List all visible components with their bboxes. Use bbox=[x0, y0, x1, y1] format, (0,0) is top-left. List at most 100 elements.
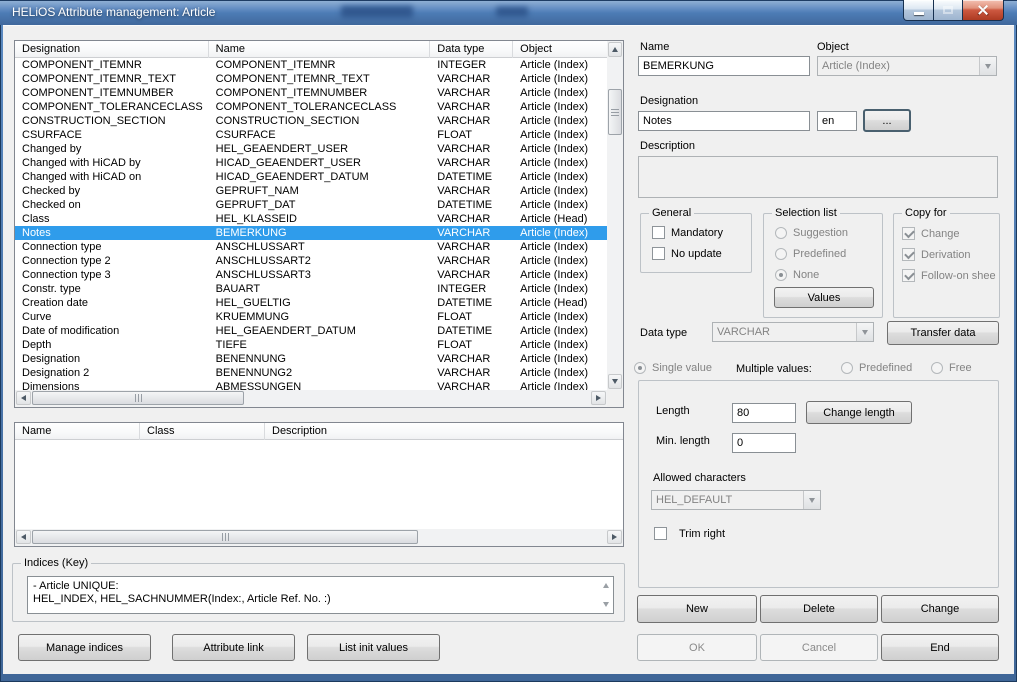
length-input[interactable] bbox=[732, 403, 796, 423]
cell-designation: Changed with HiCAD on bbox=[15, 170, 209, 184]
table-row[interactable]: Designation 2 BENENNUNG2 VARCHAR Article… bbox=[15, 366, 607, 380]
change-button[interactable]: Change bbox=[881, 595, 999, 623]
cell-name: BENENNUNG2 bbox=[209, 366, 431, 380]
scroll-left-button[interactable] bbox=[16, 530, 31, 544]
table-row[interactable]: Connection type 2 ANSCHLUSSART2 VARCHAR … bbox=[15, 254, 607, 268]
table-row[interactable]: Dimensions ABMESSUNGEN VARCHAR Article (… bbox=[15, 380, 607, 390]
browse-button[interactable]: ... bbox=[863, 109, 911, 132]
close-button[interactable] bbox=[963, 0, 1004, 21]
dialog-client-area: Designation Name Data type Object COMPON… bbox=[3, 25, 1014, 674]
no-update-checkbox[interactable]: No update bbox=[652, 247, 722, 260]
cell-name: GEPRUFT_DAT bbox=[209, 198, 431, 212]
table-row[interactable]: Connection type ANSCHLUSSART VARCHAR Art… bbox=[15, 240, 607, 254]
cell-object: Article (Index) bbox=[513, 268, 607, 282]
cell-object: Article (Index) bbox=[513, 226, 607, 240]
vertical-scrollbar[interactable] bbox=[607, 41, 623, 390]
change-length-button[interactable]: Change length bbox=[806, 401, 912, 424]
transfer-data-button[interactable]: Transfer data bbox=[887, 321, 999, 345]
table-row[interactable]: Date of modification HEL_GEAENDERT_DATUM… bbox=[15, 324, 607, 338]
column-header-name[interactable]: Name bbox=[209, 41, 431, 58]
indices-scroll-down[interactable] bbox=[601, 600, 610, 609]
table-row[interactable]: Changed with HiCAD on HICAD_GEAENDERT_DA… bbox=[15, 170, 607, 184]
cell-designation: Depth bbox=[15, 338, 209, 352]
table-row[interactable]: CONSTRUCTION_SECTION CONSTRUCTION_SECTIO… bbox=[15, 114, 607, 128]
table-row[interactable]: Changed by HEL_GEAENDERT_USER VARCHAR Ar… bbox=[15, 142, 607, 156]
allowed-characters-dropdown: HEL_DEFAULT bbox=[651, 490, 821, 510]
new-button[interactable]: New bbox=[637, 595, 757, 623]
minimize-button[interactable] bbox=[903, 0, 934, 21]
allowed-characters-label: Allowed characters bbox=[653, 472, 746, 484]
table-row[interactable]: Designation BENENNUNG VARCHAR Article (I… bbox=[15, 352, 607, 366]
cell-name: HICAD_GEAENDERT_DATUM bbox=[209, 170, 431, 184]
horizontal-scrollbar-thumb[interactable] bbox=[32, 530, 418, 544]
table-row[interactable]: COMPONENT_TOLERANCECLASS COMPONENT_TOLER… bbox=[15, 100, 607, 114]
horizontal-scrollbar[interactable] bbox=[15, 390, 607, 407]
cell-designation: Connection type bbox=[15, 240, 209, 254]
column-header-class[interactable]: Class bbox=[140, 423, 265, 440]
min-length-input[interactable] bbox=[732, 433, 796, 453]
attribute-table-body: COMPONENT_ITEMNR COMPONENT_ITEMNR INTEGE… bbox=[15, 58, 607, 390]
column-header-name[interactable]: Name bbox=[15, 423, 140, 440]
table-row[interactable]: Checked on GEPRUFT_DAT DATETIME Article … bbox=[15, 198, 607, 212]
column-header-description[interactable]: Description bbox=[265, 423, 623, 440]
horizontal-scrollbar[interactable] bbox=[15, 529, 623, 546]
table-row[interactable]: Checked by GEPRUFT_NAM VARCHAR Article (… bbox=[15, 184, 607, 198]
designation-input[interactable] bbox=[638, 111, 810, 131]
scroll-right-button[interactable] bbox=[591, 391, 606, 405]
cell-data-type: DATETIME bbox=[430, 296, 513, 310]
cell-name: HEL_GEAENDERT_DATUM bbox=[209, 324, 431, 338]
attribute-link-button[interactable]: Attribute link bbox=[172, 634, 295, 661]
table-row[interactable]: COMPONENT_ITEMNUMBER COMPONENT_ITEMNUMBE… bbox=[15, 86, 607, 100]
table-row[interactable]: COMPONENT_ITEMNR COMPONENT_ITEMNR INTEGE… bbox=[15, 58, 607, 72]
scroll-down-button[interactable] bbox=[608, 374, 622, 389]
name-input[interactable] bbox=[638, 56, 810, 76]
list-init-values-button[interactable]: List init values bbox=[307, 634, 440, 661]
cell-object: Article (Head) bbox=[513, 296, 607, 310]
cell-object: Article (Index) bbox=[513, 366, 607, 380]
table-row[interactable]: CSURFACE CSURFACE FLOAT Article (Index) bbox=[15, 128, 607, 142]
column-header-object[interactable]: Object bbox=[513, 41, 607, 58]
delete-button[interactable]: Delete bbox=[760, 595, 878, 623]
checkbox-icon bbox=[652, 247, 665, 260]
scroll-up-button[interactable] bbox=[608, 42, 622, 57]
column-header-designation[interactable]: Designation bbox=[15, 41, 209, 58]
language-input[interactable] bbox=[817, 111, 857, 131]
column-header-data-type[interactable]: Data type bbox=[430, 41, 513, 58]
table-row[interactable]: Connection type 3 ANSCHLUSSART3 VARCHAR … bbox=[15, 268, 607, 282]
vertical-scrollbar-thumb[interactable] bbox=[608, 89, 622, 135]
table-row[interactable]: Notes BEMERKUNG VARCHAR Article (Index) bbox=[15, 226, 607, 240]
dialog-window: HELiOS Attribute management: Article Des… bbox=[0, 0, 1017, 682]
cell-object: Article (Index) bbox=[513, 58, 607, 72]
mandatory-checkbox[interactable]: Mandatory bbox=[652, 226, 723, 239]
arrow-right-icon bbox=[596, 395, 601, 401]
cell-data-type: VARCHAR bbox=[430, 268, 513, 282]
values-button[interactable]: Values bbox=[774, 287, 874, 308]
cell-name: ANSCHLUSSART2 bbox=[209, 254, 431, 268]
redacted-text-block bbox=[341, 6, 413, 18]
table-row[interactable]: Changed with HiCAD by HICAD_GEAENDERT_US… bbox=[15, 156, 607, 170]
cell-name: COMPONENT_ITEMNR_TEXT bbox=[209, 72, 431, 86]
scroll-right-button[interactable] bbox=[607, 530, 622, 544]
table-row[interactable]: Curve KRUEMMUNG FLOAT Article (Index) bbox=[15, 310, 607, 324]
table-row[interactable]: Creation date HEL_GUELTIG DATETIME Artic… bbox=[15, 296, 607, 310]
cell-name: COMPONENT_ITEMNUMBER bbox=[209, 86, 431, 100]
object-dropdown-value: Article (Index) bbox=[818, 57, 979, 75]
title-bar[interactable]: HELiOS Attribute management: Article bbox=[0, 0, 1017, 25]
cell-designation: CSURFACE bbox=[15, 128, 209, 142]
table-row[interactable]: Constr. type BAUART INTEGER Article (Ind… bbox=[15, 282, 607, 296]
cell-name: HEL_GUELTIG bbox=[209, 296, 431, 310]
table-row[interactable]: Depth TIEFE FLOAT Article (Index) bbox=[15, 338, 607, 352]
manage-indices-button[interactable]: Manage indices bbox=[18, 634, 151, 661]
end-button[interactable]: End bbox=[881, 634, 999, 661]
follow-on-sheet-checkbox: Follow-on shee bbox=[902, 269, 996, 282]
cell-designation: Connection type 3 bbox=[15, 268, 209, 282]
indices-scroll-up[interactable] bbox=[601, 581, 610, 590]
scroll-left-button[interactable] bbox=[16, 391, 31, 405]
indices-text-area[interactable]: - Article UNIQUE: HEL_INDEX, HEL_SACHNUM… bbox=[27, 576, 614, 614]
table-row[interactable]: COMPONENT_ITEMNR_TEXT COMPONENT_ITEMNR_T… bbox=[15, 72, 607, 86]
cell-data-type: FLOAT bbox=[430, 128, 513, 142]
horizontal-scrollbar-thumb[interactable] bbox=[32, 391, 244, 405]
table-row[interactable]: Class HEL_KLASSEID VARCHAR Article (Head… bbox=[15, 212, 607, 226]
trim-right-checkbox[interactable]: Trim right bbox=[654, 527, 725, 540]
dropdown-button bbox=[803, 491, 820, 509]
